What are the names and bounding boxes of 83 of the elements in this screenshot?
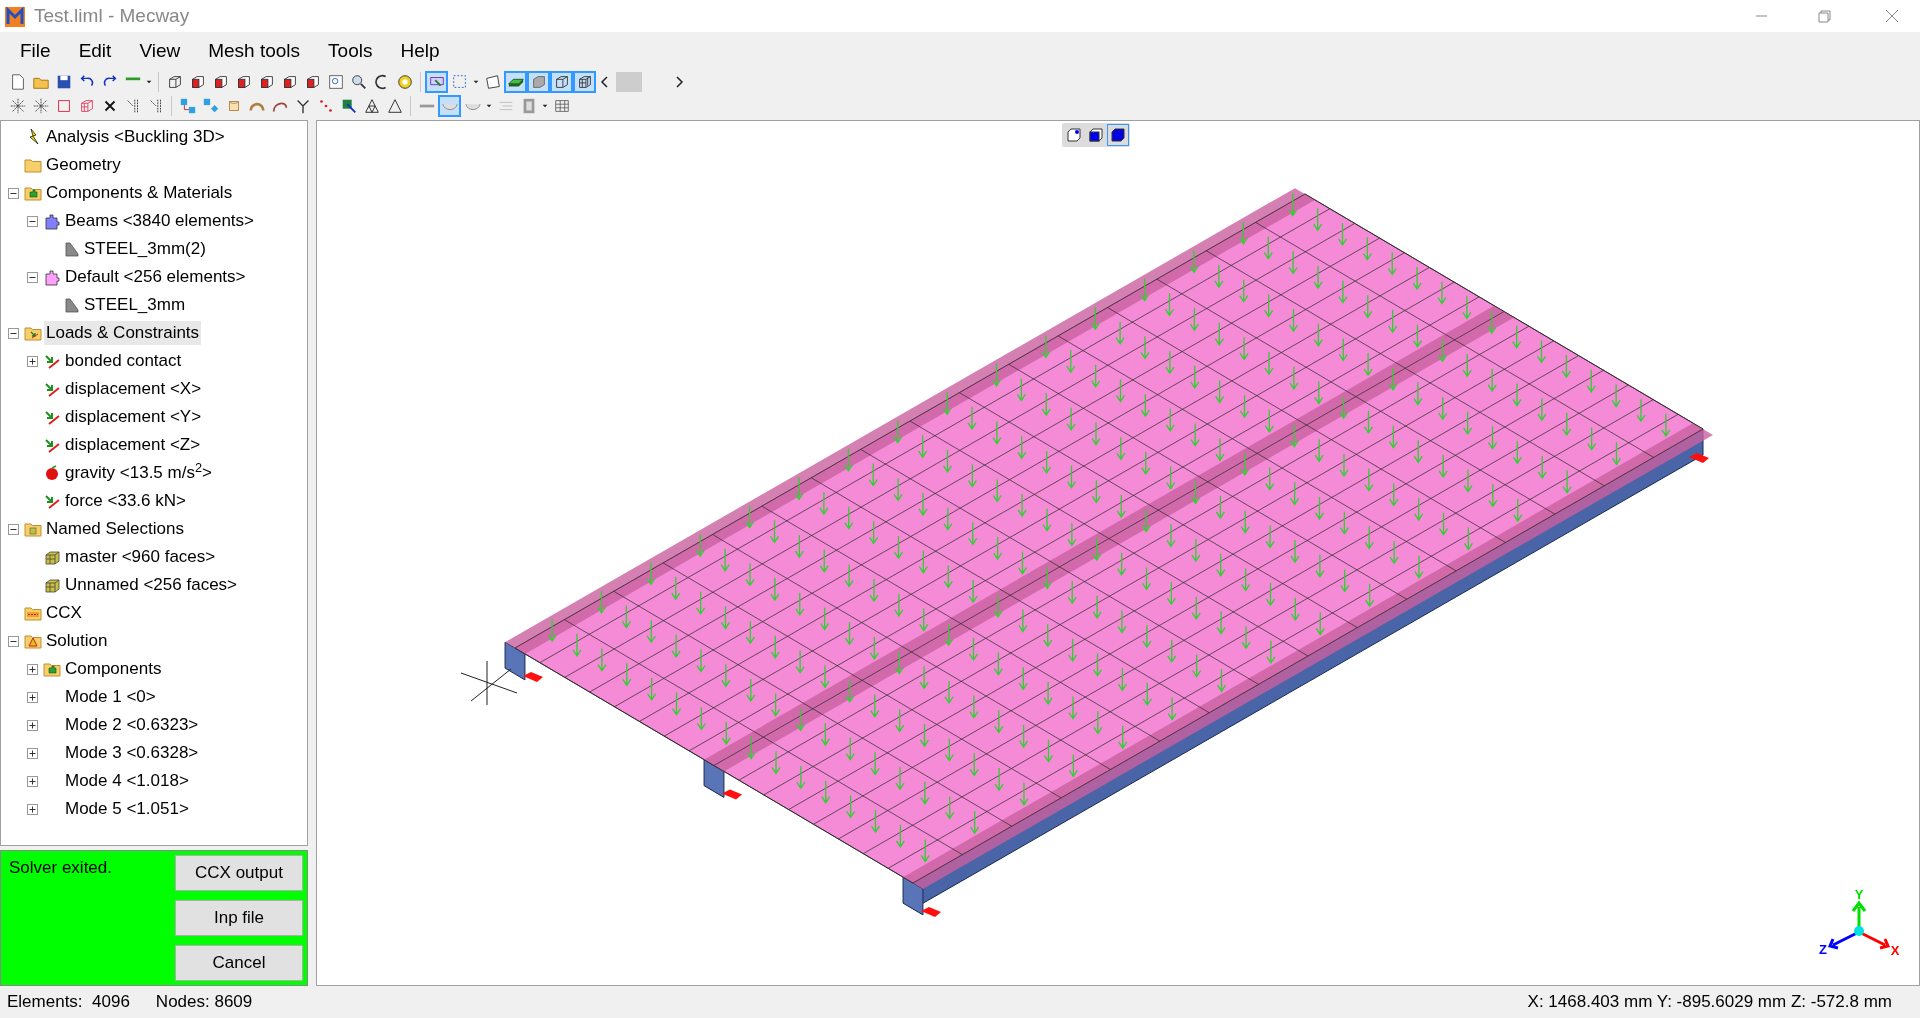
window-title: Test.liml - Mecway bbox=[34, 3, 190, 28]
tree-item[interactable]: bonded contact bbox=[63, 349, 184, 373]
expand-icon[interactable] bbox=[27, 663, 38, 675]
tree-item[interactable]: CCX bbox=[44, 601, 84, 625]
shaded-layer-icon[interactable] bbox=[504, 71, 527, 93]
tree-item[interactable]: Beams <3840 elements> bbox=[63, 209, 256, 233]
tree-item[interactable]: STEEL_3mm(2) bbox=[82, 237, 208, 261]
tree-item[interactable]: Mode 1 <0> bbox=[63, 685, 158, 709]
load-arrow-icon bbox=[43, 492, 61, 510]
tree-item[interactable]: displacement <X> bbox=[63, 377, 204, 401]
load-arrow-icon bbox=[43, 408, 61, 426]
menu-item[interactable]: File bbox=[8, 36, 63, 66]
tree-item[interactable]: Unnamed <256 faces> bbox=[63, 573, 239, 597]
tree-item[interactable]: Geometry bbox=[44, 153, 123, 177]
tree-item[interactable]: Mode 3 <0.6328> bbox=[63, 741, 201, 765]
tree-item[interactable]: Mode 4 <1.018> bbox=[63, 769, 191, 793]
solver-button[interactable]: Inp file bbox=[175, 900, 303, 936]
chevron-right-icon[interactable] bbox=[674, 76, 684, 88]
expand-icon[interactable] bbox=[27, 355, 38, 367]
apple-icon bbox=[43, 464, 61, 482]
menu-item[interactable]: Edit bbox=[66, 36, 124, 66]
axis-label: Z bbox=[1819, 942, 1827, 957]
menu-item[interactable]: Mesh tools bbox=[196, 36, 313, 66]
collapse-icon[interactable] bbox=[27, 271, 38, 283]
folder-icon bbox=[24, 324, 42, 342]
node-count: Nodes: 8609 bbox=[155, 991, 253, 1014]
menu-item[interactable]: Tools bbox=[316, 36, 385, 66]
folder-icon bbox=[43, 660, 61, 678]
tree-item[interactable]: gravity <13.5 m/s$^{2}$> bbox=[63, 461, 214, 485]
load-arrow-icon bbox=[43, 380, 61, 398]
tree-item[interactable]: Mode 5 <1.051> bbox=[63, 797, 191, 821]
collapse-icon[interactable] bbox=[8, 187, 19, 199]
tree-item[interactable]: Analysis <Buckling 3D> bbox=[44, 125, 227, 149]
scroll-thumb[interactable] bbox=[616, 72, 642, 92]
expand-icon[interactable] bbox=[27, 803, 38, 815]
tree-item[interactable]: Named Selections bbox=[44, 517, 186, 541]
plate-section-icon bbox=[62, 240, 80, 258]
folder-icon bbox=[24, 632, 42, 650]
axis-label: Y bbox=[1854, 887, 1864, 902]
mesh-cube-icon[interactable] bbox=[573, 71, 596, 93]
collapse-icon[interactable] bbox=[8, 635, 19, 647]
axis-label: X bbox=[1890, 943, 1900, 958]
cursor-coordinates: X: 1468.403 mm Y: -895.6029 mm Z: -572.8 mm bbox=[1527, 991, 1892, 1014]
tree-item[interactable]: STEEL_3mm bbox=[82, 293, 188, 317]
expand-icon[interactable] bbox=[27, 719, 38, 731]
tree-item[interactable]: displacement <Y> bbox=[63, 405, 204, 429]
menu-item[interactable]: View bbox=[127, 36, 193, 66]
collapse-icon[interactable] bbox=[8, 327, 19, 339]
load-arrow-icon bbox=[43, 436, 61, 454]
element-count: Elements: 4096 bbox=[7, 991, 130, 1014]
wireframe-cube-icon[interactable] bbox=[550, 71, 573, 93]
expand-icon[interactable] bbox=[27, 775, 38, 787]
selection-icon[interactable] bbox=[425, 71, 448, 93]
menu-item[interactable]: Help bbox=[388, 36, 452, 66]
tree-item[interactable]: force <33.6 kN> bbox=[63, 489, 188, 513]
expand-icon[interactable] bbox=[27, 747, 38, 759]
shaded-cube-icon[interactable] bbox=[527, 71, 550, 93]
solver-button[interactable]: CCX output bbox=[175, 855, 303, 891]
collapse-icon[interactable] bbox=[8, 523, 19, 535]
plate-section-icon bbox=[62, 296, 80, 314]
tree-item[interactable]: master <960 faces> bbox=[63, 545, 218, 569]
axis-triad-drawing bbox=[1827, 900, 1891, 950]
tree-item[interactable]: Solution bbox=[44, 629, 110, 653]
cube-grid-icon bbox=[43, 576, 61, 594]
tree-item[interactable]: displacement <Z> bbox=[63, 433, 203, 457]
collapse-icon[interactable] bbox=[27, 215, 38, 227]
folder-icon bbox=[24, 520, 42, 538]
folder-icon bbox=[24, 156, 42, 174]
app-logo-icon bbox=[4, 4, 26, 28]
folder-icon bbox=[24, 604, 42, 622]
cube-grid-icon bbox=[43, 548, 61, 566]
tree-item[interactable]: Loads & Constraints bbox=[44, 321, 202, 345]
tree-item[interactable]: Components bbox=[63, 657, 164, 681]
view-mode-button[interactable] bbox=[1107, 124, 1129, 146]
tree-item[interactable]: Mode 2 <0.6323> bbox=[63, 713, 201, 737]
solver-message: Solver exited. bbox=[8, 857, 113, 879]
chevron-left-icon[interactable] bbox=[600, 76, 610, 88]
tree-item[interactable]: Components & Materials bbox=[44, 181, 235, 205]
folder-icon bbox=[24, 184, 42, 202]
solver-button[interactable]: Cancel bbox=[175, 945, 303, 981]
tree-item[interactable]: Default <256 elements> bbox=[63, 265, 248, 289]
expand-icon[interactable] bbox=[27, 691, 38, 703]
load-arrow-icon bbox=[43, 352, 61, 370]
